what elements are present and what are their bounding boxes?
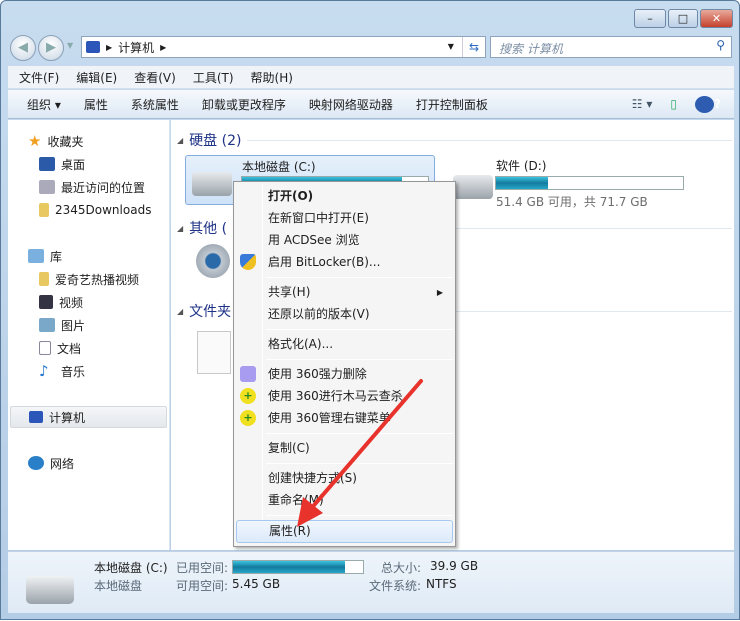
file-system-value: NTFS [426, 577, 457, 591]
details-drive-type: 本地磁盘 [94, 579, 143, 593]
details-usage-bar [232, 560, 364, 574]
details-pane: 本地磁盘 (C:) 本地磁盘 已用空间: 可用空间: 5.45 GB 总大小: … [8, 551, 734, 613]
drive-icon [26, 576, 74, 604]
total-size-label: 总大小: [381, 561, 422, 575]
free-space-value: 5.45 GB [232, 577, 281, 591]
file-system-label: 文件系统: [369, 579, 422, 593]
annotation-arrow [297, 379, 423, 527]
details-drive-name: 本地磁盘 (C:) [94, 561, 168, 575]
total-size-value: 39.9 GB [430, 559, 479, 573]
used-space-label: 已用空间: [176, 561, 229, 575]
free-space-label: 可用空间: [176, 579, 229, 593]
explorer-window: – □ ✕ ◀ ▶ ▼ ▶ 计算机 ▶ ▼ ⇆ 搜索 计算机 ⚲ 文件(F) 编… [0, 0, 740, 620]
details-usage-fill [233, 561, 345, 573]
